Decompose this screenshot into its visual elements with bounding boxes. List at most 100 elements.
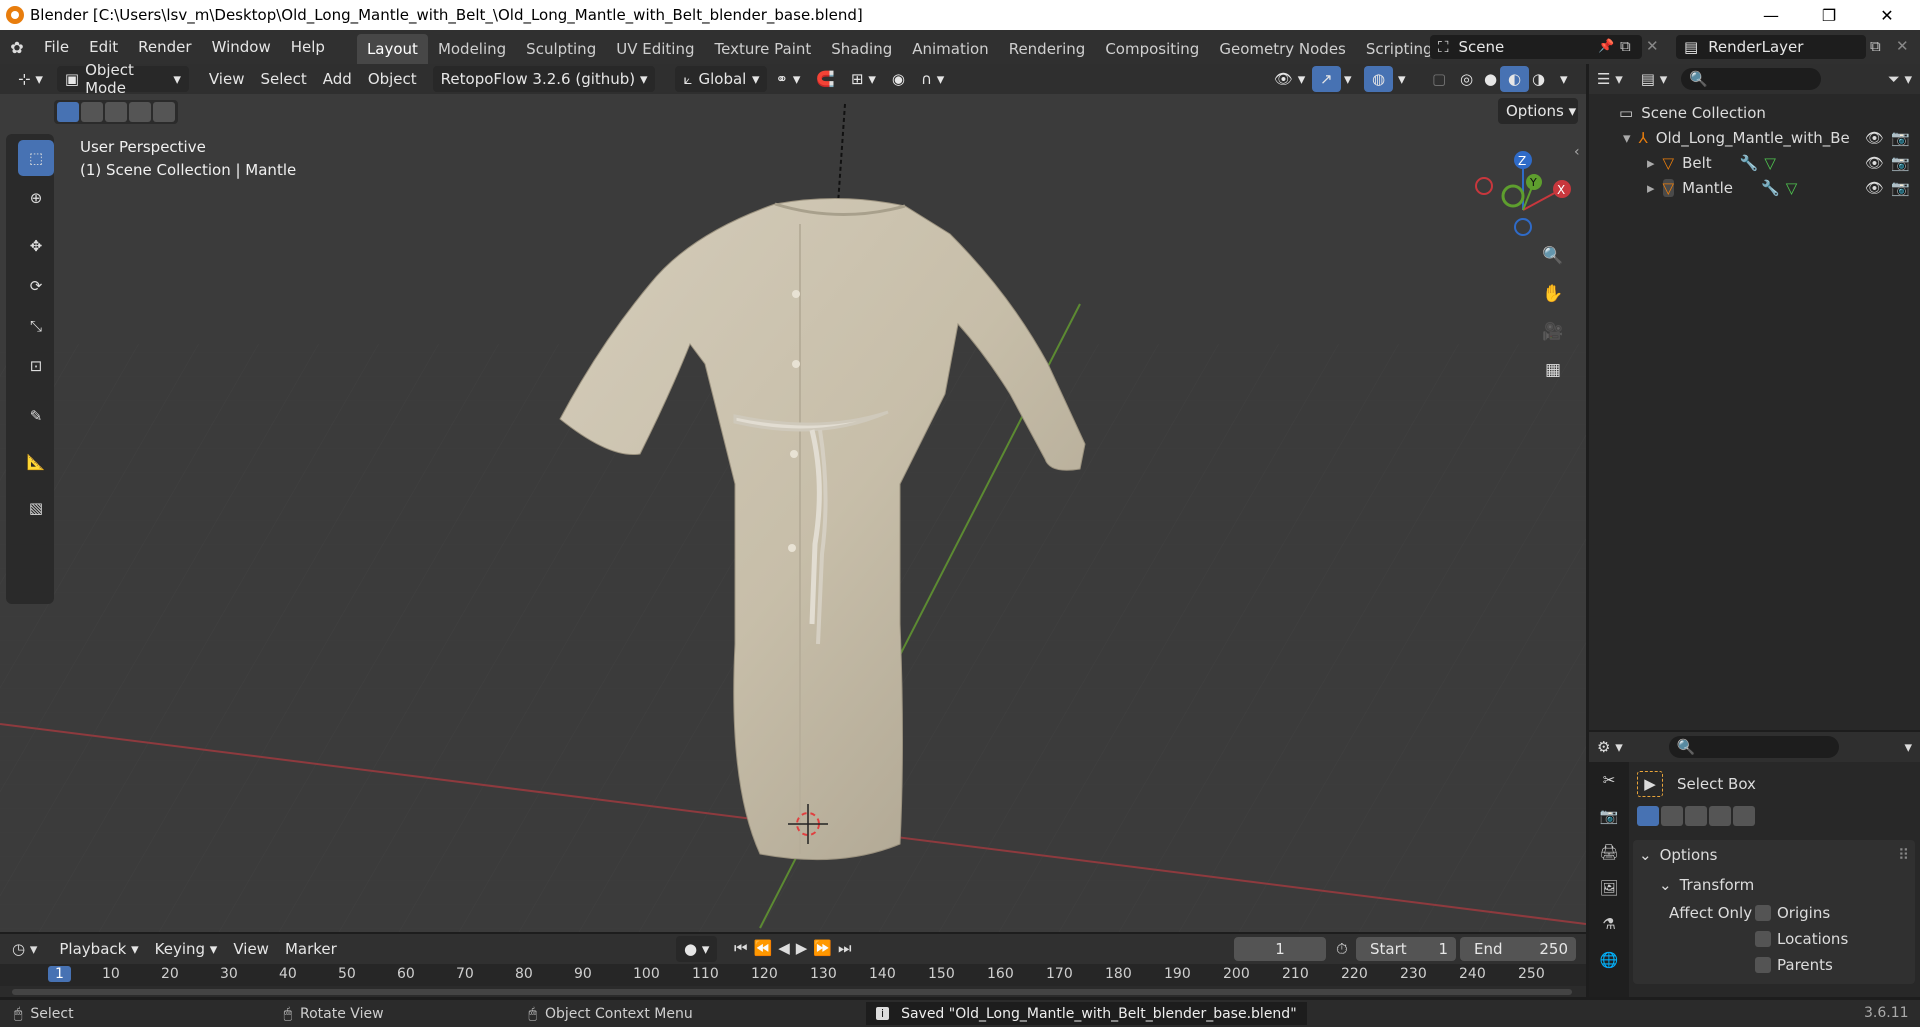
timeline-editor-type-icon[interactable]: ◷ ▾ [12,940,37,958]
mesh-data-icon[interactable]: ▽ [1786,179,1798,197]
outliner-editor-type-icon[interactable]: ☰ ▾ [1597,70,1623,88]
tab-animation[interactable]: Animation [902,34,998,64]
transform-tool-icon[interactable]: ⊡ [18,348,54,384]
timeline-view-menu[interactable]: View [225,936,277,962]
menu-render[interactable]: Render [128,38,201,56]
outliner-scene-collection[interactable]: ▭ Scene Collection [1589,100,1920,125]
locations-checkbox[interactable] [1755,931,1771,947]
select-intersect-icon[interactable] [153,102,175,122]
tab-shading[interactable]: Shading [821,34,902,64]
origins-checkbox[interactable] [1755,905,1771,921]
timeline-scrollbar[interactable] [12,989,1572,995]
properties-editor-type-icon[interactable]: ⚙ ▾ [1597,738,1623,756]
play-icon[interactable]: ▶ [796,939,814,957]
display-mode-icon[interactable]: ▤ ▾ [1641,70,1667,88]
visibility-eye-icon[interactable]: 👁 [1865,154,1884,172]
pin-icon[interactable]: 📌 [1598,39,1614,54]
xray-toggle-icon[interactable]: ▢ [1424,66,1454,92]
close-window-button[interactable]: ✕ [1864,0,1910,30]
gizmo-neg-y-icon[interactable] [1501,184,1525,208]
options-section-header[interactable]: ⌄ Options ⠿ [1633,840,1915,870]
mode-new-icon[interactable] [1637,806,1659,826]
marker-menu[interactable]: Marker [277,936,345,962]
tab-sculpting[interactable]: Sculpting [516,34,606,64]
proportional-edit-icon[interactable]: ◉ [884,66,913,92]
measure-tool-icon[interactable]: 📐 [18,444,54,480]
auto-keying-icon[interactable]: ● ▾ [676,936,718,962]
outliner-item-belt[interactable]: ▸ ▽ Belt 🔧 ▽ 👁 📷 [1589,150,1920,175]
end-frame-field[interactable]: End 250 [1460,937,1576,961]
tab-compositing[interactable]: Compositing [1095,34,1209,64]
overlay-toggle-icon[interactable]: ◍ [1364,66,1394,92]
minimize-button[interactable]: — [1748,0,1794,30]
tab-geometry-nodes[interactable]: Geometry Nodes [1209,34,1356,64]
scene-tab-icon[interactable]: ⚗ [1589,906,1629,942]
visibility-eye-icon[interactable]: 👁 [1865,179,1884,197]
rendered-shading-icon[interactable]: ◑ [1524,66,1553,92]
mode-subtract-icon[interactable] [1685,806,1707,826]
gizmo-dropdown-icon[interactable]: ▾ [1336,66,1360,92]
add-cube-tool-icon[interactable]: ▧ [18,490,54,526]
restore-button[interactable]: ❐ [1806,0,1852,30]
cursor-tool-icon[interactable]: ⊕ [18,180,54,216]
proportional-falloff-icon[interactable]: ∩ ▾ [913,66,952,92]
camera-view-icon[interactable]: 🎥 [1537,316,1569,348]
properties-search-input[interactable]: 🔍 [1668,736,1839,758]
render-tab-icon[interactable]: 📷 [1589,798,1629,834]
select-menu[interactable]: Select [252,66,314,92]
delete-layer-icon[interactable]: ✕ [1896,37,1909,55]
start-frame-field[interactable]: Start 1 [1356,937,1456,961]
render-camera-icon[interactable]: 📷 [1891,154,1910,172]
mode-extend-icon[interactable] [1661,806,1683,826]
outliner-item-mantle[interactable]: ▸ ▽ Mantle 🔧 ▽ 👁 📷 [1589,175,1920,200]
current-frame-marker[interactable]: 1 [48,966,71,982]
gizmo-neg-x-icon[interactable] [1475,177,1493,195]
visibility-dropdown-icon[interactable]: 👁 ▾ [1266,66,1313,92]
tab-modeling[interactable]: Modeling [428,34,516,64]
render-camera-icon[interactable]: 📷 [1891,129,1910,147]
transform-subsection-header[interactable]: ⌄ Transform [1633,870,1915,900]
viewport-scene[interactable]: Z X Y [0,64,1586,932]
zoom-icon[interactable]: 🔍 [1537,240,1569,272]
properties-options-icon[interactable]: ▾ [1904,738,1912,756]
collapse-arrow-icon[interactable]: ▸ [1647,179,1655,197]
mode-intersect-icon[interactable] [1733,806,1755,826]
play-reverse-icon[interactable]: ◀ [778,939,796,957]
move-tool-icon[interactable]: ✥ [18,228,54,264]
drag-handle-icon[interactable]: ⠿ [1898,846,1909,864]
playback-menu[interactable]: Playback ▾ [51,936,146,962]
sidebar-toggle-icon[interactable]: ‹ [1574,144,1580,160]
mode-invert-icon[interactable] [1709,806,1731,826]
object-mode-dropdown[interactable]: ▣ Object Mode ▾ [56,64,189,97]
tool-tab-icon[interactable]: ✂ [1589,762,1629,798]
render-layer-selector[interactable]: ▤ RenderLayer [1676,35,1866,59]
ortho-grid-icon[interactable]: ▦ [1537,354,1569,386]
expand-arrow-icon[interactable]: ▾ [1623,129,1631,147]
overlay-dropdown-icon[interactable]: ▾ [1390,66,1414,92]
select-box-tool-icon[interactable]: ⬚ [18,140,54,176]
mesh-data-icon[interactable]: ▽ [1764,154,1776,172]
menu-help[interactable]: Help [281,38,335,56]
output-tab-icon[interactable]: 🖨 [1589,834,1629,870]
keying-menu[interactable]: Keying ▾ [147,936,226,962]
outliner-item-empty[interactable]: ▾ ⅄ Old_Long_Mantle_with_Be 👁 📷 [1589,125,1920,150]
tab-texture-paint[interactable]: Texture Paint [704,34,821,64]
world-tab-icon[interactable]: 🌐 [1589,942,1629,978]
modifier-wrench-icon[interactable]: 🔧 [1761,179,1780,197]
select-new-icon[interactable] [57,102,79,122]
3d-viewport[interactable]: Z X Y ⊹ ▾ ▣ Object Mode ▾ View Select Add… [0,64,1586,932]
add-menu[interactable]: Add [315,66,360,92]
snap-target-icon[interactable]: ⊞ ▾ [843,66,884,92]
annotate-tool-icon[interactable]: ✎ [18,398,54,434]
parents-checkbox[interactable] [1755,957,1771,973]
timer-icon[interactable]: ⏱ [1336,940,1348,958]
object-menu[interactable]: Object [360,66,425,92]
tab-layout[interactable]: Layout [356,34,428,64]
gizmo-neg-z-icon[interactable] [1514,218,1532,236]
blender-menu-icon[interactable]: ✿ [0,38,34,57]
collapse-arrow-icon[interactable]: ▸ [1647,154,1655,172]
select-invert-icon[interactable] [129,102,151,122]
editor-type-icon[interactable]: ⊹ ▾ [10,66,51,92]
modifier-wrench-icon[interactable]: 🔧 [1740,154,1759,172]
scale-tool-icon[interactable]: ⤡ [18,308,54,344]
